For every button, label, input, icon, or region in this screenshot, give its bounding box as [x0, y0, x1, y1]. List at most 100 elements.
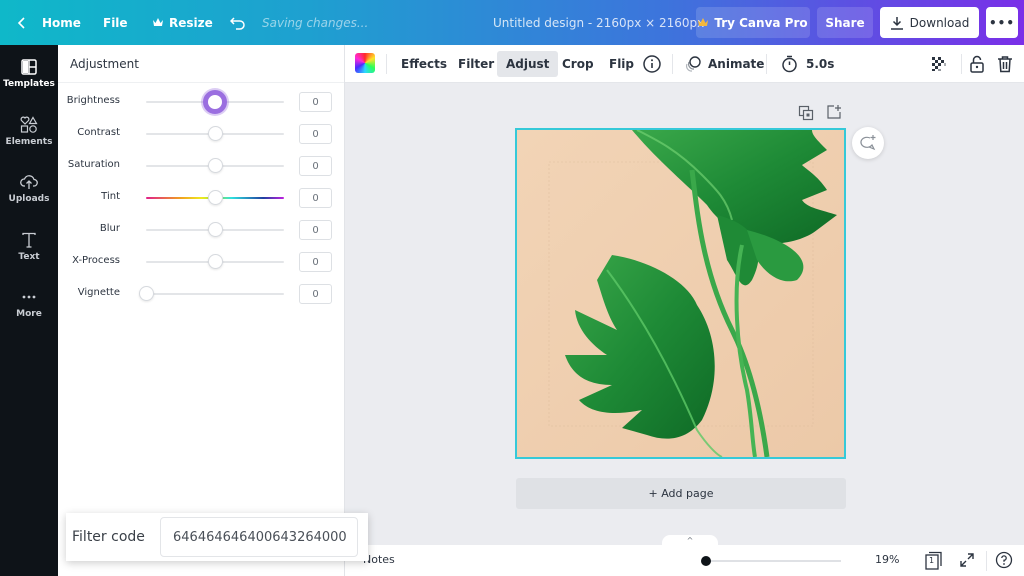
undo-button[interactable] [230, 0, 246, 45]
adjustment-label: Blur [99, 223, 120, 234]
effects-button[interactable]: Effects [392, 51, 456, 77]
adjustment-slider[interactable] [146, 158, 284, 173]
add-comment-button[interactable] [852, 127, 884, 159]
adjustment-value-input[interactable]: 0 [299, 92, 332, 112]
crop-button[interactable]: Crop [553, 51, 603, 77]
slider-thumb[interactable] [208, 190, 223, 205]
rail-label: Templates [3, 78, 55, 89]
file-menu[interactable]: File [103, 0, 128, 45]
slider-thumb[interactable] [208, 254, 223, 269]
duplicate-page-icon[interactable] [798, 105, 814, 121]
adjustment-row-vignette: Vignette 0 [58, 284, 345, 304]
try-pro-label: Try Canva Pro [714, 15, 808, 30]
help-icon[interactable] [995, 551, 1013, 569]
trash-icon[interactable] [995, 54, 1015, 74]
duration-label: 5.0s [806, 57, 835, 71]
top-bar: Home File Resize Saving changes... Untit… [0, 0, 1024, 45]
fullscreen-icon[interactable] [959, 552, 975, 568]
page-count-button[interactable]: 1 [925, 551, 943, 570]
saving-status: Saving changes... [262, 15, 369, 30]
divider [961, 54, 962, 74]
animate-label: Animate [708, 57, 765, 71]
rail-label: Text [18, 251, 40, 262]
adjustment-label: Contrast [77, 127, 120, 138]
animate-button[interactable]: Animate [675, 51, 773, 77]
share-label: Share [825, 15, 865, 30]
adjustment-row-tint: Tint 0 [58, 188, 345, 208]
unlock-icon[interactable] [967, 54, 987, 74]
design-page[interactable] [515, 128, 846, 459]
adjustment-slider[interactable] [146, 222, 284, 237]
flip-button[interactable]: Flip [600, 51, 643, 77]
slider-thumb[interactable] [208, 222, 223, 237]
adjustment-slider[interactable] [146, 126, 284, 141]
adjustment-slider[interactable] [139, 286, 284, 301]
adjustment-row-brightness: Brightness 0 [58, 90, 345, 114]
color-picker-swatch[interactable] [355, 53, 375, 73]
add-page-button[interactable]: + Add page [516, 478, 846, 509]
transparency-icon[interactable] [929, 54, 949, 74]
slider-thumb[interactable] [208, 158, 223, 173]
add-page-icon[interactable] [826, 104, 842, 120]
resize-label: Resize [169, 15, 213, 30]
rail-label: Elements [5, 136, 53, 147]
adjustment-value-input[interactable]: 0 [299, 156, 332, 176]
adjustment-slider[interactable] [146, 190, 284, 205]
filter-code-field[interactable]: 646464646400643264000 [160, 517, 358, 557]
templates-icon [21, 58, 37, 75]
more-options-icon: ••• [988, 15, 1015, 30]
expand-pages-tab[interactable]: ^ [662, 535, 718, 547]
uploads-icon [20, 174, 38, 189]
download-button[interactable]: Download [880, 7, 979, 38]
home-button[interactable]: Home [16, 0, 81, 45]
duration-button[interactable]: 5.0s [772, 51, 843, 77]
zoom-slider[interactable] [701, 556, 841, 566]
timer-icon [782, 55, 797, 73]
zoom-value[interactable]: 19% [875, 553, 899, 566]
adjustment-value-input[interactable]: 0 [299, 220, 332, 240]
adjustment-slider[interactable] [146, 254, 284, 269]
rail-item-templates[interactable]: Templates [0, 48, 58, 98]
adjustment-value-input[interactable]: 0 [299, 124, 332, 144]
file-label: File [103, 15, 128, 30]
slider-thumb[interactable] [203, 90, 227, 114]
filter-button[interactable]: Filter [449, 51, 503, 77]
rail-label: More [16, 308, 42, 319]
info-icon[interactable] [642, 54, 662, 74]
adjustment-value-input[interactable]: 0 [299, 284, 332, 304]
adjustment-value-input[interactable]: 0 [299, 188, 332, 208]
zoom-slider-thumb[interactable] [701, 556, 711, 566]
try-canva-pro-button[interactable]: Try Canva Pro [696, 7, 810, 38]
canva-editor: Home File Resize Saving changes... Untit… [0, 0, 1024, 576]
rail-item-uploads[interactable]: Uploads [0, 163, 58, 213]
elements-icon [20, 115, 38, 133]
adjustment-value-input[interactable]: 0 [299, 252, 332, 272]
download-icon [890, 16, 903, 30]
panel-title: Adjustment [58, 45, 344, 83]
adjustment-label: Saturation [67, 159, 120, 170]
page-count: 1 [929, 556, 935, 565]
image-toolbar: Effects Filter Adjust Crop Flip Animate … [345, 45, 1024, 83]
more-options-button[interactable]: ••• [986, 7, 1018, 38]
design-title[interactable]: Untitled design - 2160px × 2160px [493, 0, 704, 45]
rail-item-more[interactable]: More [0, 278, 58, 328]
adjustment-slider[interactable] [146, 90, 284, 114]
chevron-left-icon [17, 16, 25, 29]
slider-thumb[interactable] [139, 286, 154, 301]
canvas-area: + Add page [345, 83, 1024, 545]
rail-item-text[interactable]: Text [0, 221, 58, 271]
footer-bar: ^ Notes 19% 1 [345, 535, 1024, 576]
adjustment-label: Vignette [77, 287, 120, 298]
divider [986, 551, 987, 571]
slider-thumb[interactable] [208, 126, 223, 141]
rail-label: Uploads [8, 193, 50, 204]
rail-item-elements[interactable]: Elements [0, 106, 58, 156]
filter-code-popup: Filter code 646464646400643264000 [66, 513, 368, 561]
adjust-button[interactable]: Adjust [497, 51, 559, 77]
resize-button[interactable]: Resize [153, 0, 213, 45]
undo-icon [230, 16, 245, 30]
more-icon [22, 295, 36, 298]
monstera-leaves-image[interactable] [517, 130, 844, 457]
adjustment-label: X-Process [72, 255, 120, 266]
share-button[interactable]: Share [817, 7, 873, 38]
